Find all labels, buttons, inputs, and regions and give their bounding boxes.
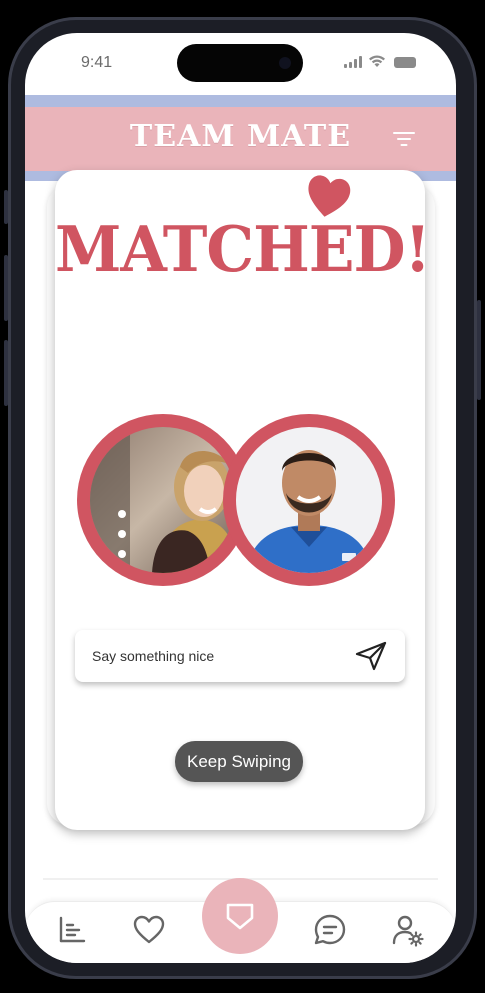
chat-icon[interactable]	[313, 913, 347, 947]
home-button[interactable]	[202, 878, 278, 954]
phone-screen: 9:41 TEAM MATE MATCHED! Say something ni…	[25, 33, 456, 963]
side-button-volume-down	[4, 340, 8, 406]
avatar-left-photo	[90, 427, 236, 573]
side-button-volume-up	[4, 255, 8, 321]
dynamic-island	[177, 44, 303, 82]
matched-title: MATCHED!	[55, 213, 431, 287]
signal-icon	[344, 56, 362, 68]
wifi-icon	[369, 55, 385, 67]
avatar-right-photo	[236, 427, 382, 573]
message-input[interactable]	[92, 648, 342, 664]
message-box	[75, 630, 405, 682]
status-icons	[344, 55, 416, 68]
keep-swiping-button[interactable]: Keep Swiping	[175, 741, 303, 782]
user-settings-icon[interactable]	[391, 913, 425, 947]
app-title: TEAM MATE	[129, 119, 352, 154]
side-button-silent	[4, 190, 8, 224]
side-button-power	[477, 300, 481, 400]
photo-pagination-dots	[118, 510, 126, 558]
send-icon[interactable]	[355, 641, 387, 671]
match-card: MATCHED! Say something nice Keep Swiping	[55, 170, 431, 830]
leaderboard-icon[interactable]	[55, 913, 89, 947]
shield-icon	[226, 903, 254, 930]
heart-icon[interactable]	[132, 913, 166, 947]
battery-icon	[394, 57, 416, 68]
filter-icon[interactable]	[393, 130, 415, 148]
avatar-right[interactable]	[223, 414, 395, 586]
status-time: 9:41	[81, 54, 113, 71]
